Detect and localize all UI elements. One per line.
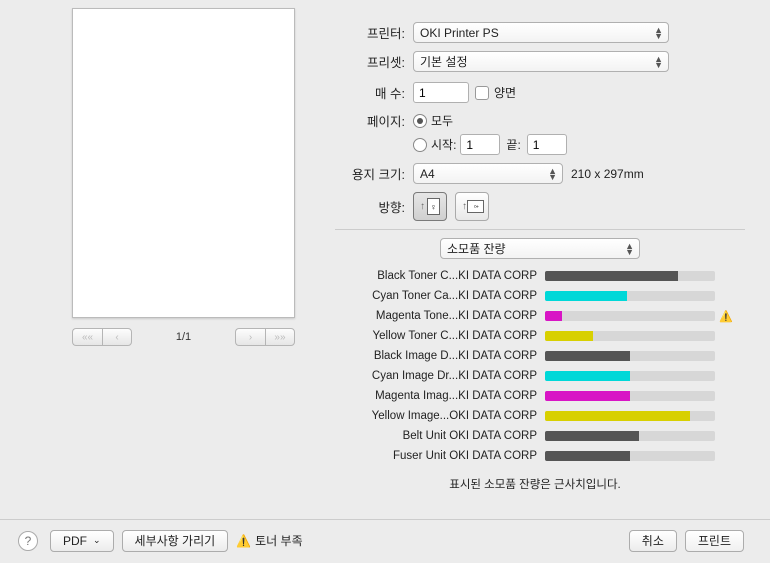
supply-bar xyxy=(545,431,715,441)
supply-label: Cyan Image Dr...KI DATA CORP xyxy=(335,370,545,382)
separator xyxy=(335,229,745,230)
arrow-up-icon: ↑ xyxy=(420,201,425,212)
next-page-button[interactable]: › xyxy=(235,328,265,346)
pages-to-input[interactable] xyxy=(527,134,567,155)
person-portrait-icon: ♀ xyxy=(427,198,440,215)
supply-row: Black Image D...KI DATA CORP xyxy=(335,346,735,366)
supply-label: Black Toner C...KI DATA CORP xyxy=(335,270,545,282)
pages-from-input[interactable] xyxy=(460,134,500,155)
supply-bar xyxy=(545,271,715,281)
printer-select[interactable]: OKI Printer PS ▲▼ xyxy=(413,22,669,43)
paper-size-select[interactable]: A4 ▲▼ xyxy=(413,163,563,184)
supply-row: Yellow Image...OKI DATA CORP xyxy=(335,406,735,426)
print-preview xyxy=(72,8,295,318)
copies-label: 매 수: xyxy=(335,83,405,102)
printer-select-value: OKI Printer PS xyxy=(420,26,499,40)
supply-row: Magenta Tone...KI DATA CORP ⚠️ xyxy=(335,306,735,326)
low-toner-label: 토너 부족 xyxy=(255,532,303,549)
paper-label: 용지 크기: xyxy=(335,164,405,183)
supply-label: Yellow Toner C...KI DATA CORP xyxy=(335,330,545,342)
hide-details-button[interactable]: 세부사항 가리기 xyxy=(122,530,229,552)
pages-all-radio[interactable] xyxy=(413,114,427,128)
paper-dimensions: 210 x 297mm xyxy=(571,167,644,181)
print-options-form: 프린터: OKI Printer PS ▲▼ 프리셋: 기본 설정 ▲▼ 매 수… xyxy=(335,22,745,267)
supply-label: Magenta Tone...KI DATA CORP xyxy=(335,310,545,322)
warning-icon: ⚠️ xyxy=(719,310,733,323)
supply-label: Belt Unit OKI DATA CORP xyxy=(335,430,545,442)
supply-bar xyxy=(545,351,715,361)
supply-label: Magenta Imag...KI DATA CORP xyxy=(335,390,545,402)
pages-to-label: 끝: xyxy=(506,136,520,153)
supply-bar xyxy=(545,391,715,401)
supply-bar xyxy=(545,311,715,321)
preview-pager: «« ‹ 1/1 › »» xyxy=(72,328,295,346)
updown-icon: ▲▼ xyxy=(548,168,556,180)
supply-label: Fuser Unit OKI DATA CORP xyxy=(335,450,545,462)
supply-row: Magenta Imag...KI DATA CORP xyxy=(335,386,735,406)
supply-label: Yellow Image...OKI DATA CORP xyxy=(335,410,545,422)
supply-bar xyxy=(545,371,715,381)
supply-row: Cyan Toner Ca...KI DATA CORP xyxy=(335,286,735,306)
updown-icon: ▲▼ xyxy=(625,243,633,255)
first-page-button[interactable]: «« xyxy=(72,328,102,346)
print-button[interactable]: 프린트 xyxy=(685,530,744,552)
supply-row: Black Toner C...KI DATA CORP xyxy=(335,266,735,286)
paper-size-value: A4 xyxy=(420,167,435,181)
last-page-button[interactable]: »» xyxy=(265,328,295,346)
warning-icon: ⚠️ xyxy=(236,534,251,548)
supply-label: Cyan Toner Ca...KI DATA CORP xyxy=(335,290,545,302)
page-indicator: 1/1 xyxy=(176,331,191,343)
pages-from-label: 시작: xyxy=(431,136,456,153)
prev-page-button[interactable]: ‹ xyxy=(102,328,132,346)
supplies-panel: Black Toner C...KI DATA CORP Cyan Toner C… xyxy=(335,266,735,492)
supply-bar xyxy=(545,451,715,461)
printer-label: 프린터: xyxy=(335,23,405,42)
updown-icon: ▲▼ xyxy=(654,56,662,68)
copies-input[interactable] xyxy=(413,82,469,103)
pages-all-label: 모두 xyxy=(431,112,453,129)
supplies-note: 표시된 소모품 잔량은 근사치입니다. xyxy=(335,476,735,492)
help-button[interactable]: ? xyxy=(18,531,38,551)
cancel-button[interactable]: 취소 xyxy=(629,530,677,552)
pdf-label: PDF xyxy=(63,534,87,548)
updown-icon: ▲▼ xyxy=(654,27,662,39)
panel-section-value: 소모품 잔량 xyxy=(447,240,506,257)
pdf-menu-button[interactable]: PDF ⌄ xyxy=(50,530,114,552)
print-dialog: «« ‹ 1/1 › »» 프린터: OKI Printer PS ▲▼ 프리셋… xyxy=(0,0,770,563)
supply-bar xyxy=(545,331,715,341)
supply-label: Black Image D...KI DATA CORP xyxy=(335,350,545,362)
pages-label: 페이지: xyxy=(335,111,405,130)
supply-row: Belt Unit OKI DATA CORP xyxy=(335,426,735,446)
orientation-landscape-button[interactable]: ↑ ♀ xyxy=(455,192,489,221)
twosided-label: 양면 xyxy=(494,84,516,101)
preset-select[interactable]: 기본 설정 ▲▼ xyxy=(413,51,669,72)
orientation-portrait-button[interactable]: ↑ ♀ xyxy=(413,192,447,221)
supply-bar xyxy=(545,411,715,421)
supply-row: Cyan Image Dr...KI DATA CORP xyxy=(335,366,735,386)
orient-label: 방향: xyxy=(335,197,405,216)
chevron-down-icon: ⌄ xyxy=(93,535,101,546)
preset-select-value: 기본 설정 xyxy=(420,53,468,70)
supply-row: Fuser Unit OKI DATA CORP xyxy=(335,446,735,466)
supply-row: Yellow Toner C...KI DATA CORP xyxy=(335,326,735,346)
panel-section-select[interactable]: 소모품 잔량 ▲▼ xyxy=(440,238,640,259)
preset-label: 프리셋: xyxy=(335,52,405,71)
dialog-footer: ? PDF ⌄ 세부사항 가리기 ⚠️ 토너 부족 취소 프린트 xyxy=(0,519,770,551)
twosided-checkbox[interactable] xyxy=(475,86,489,100)
pages-range-radio[interactable] xyxy=(413,138,427,152)
supply-bar xyxy=(545,291,715,301)
person-landscape-icon: ♀ xyxy=(467,200,484,213)
